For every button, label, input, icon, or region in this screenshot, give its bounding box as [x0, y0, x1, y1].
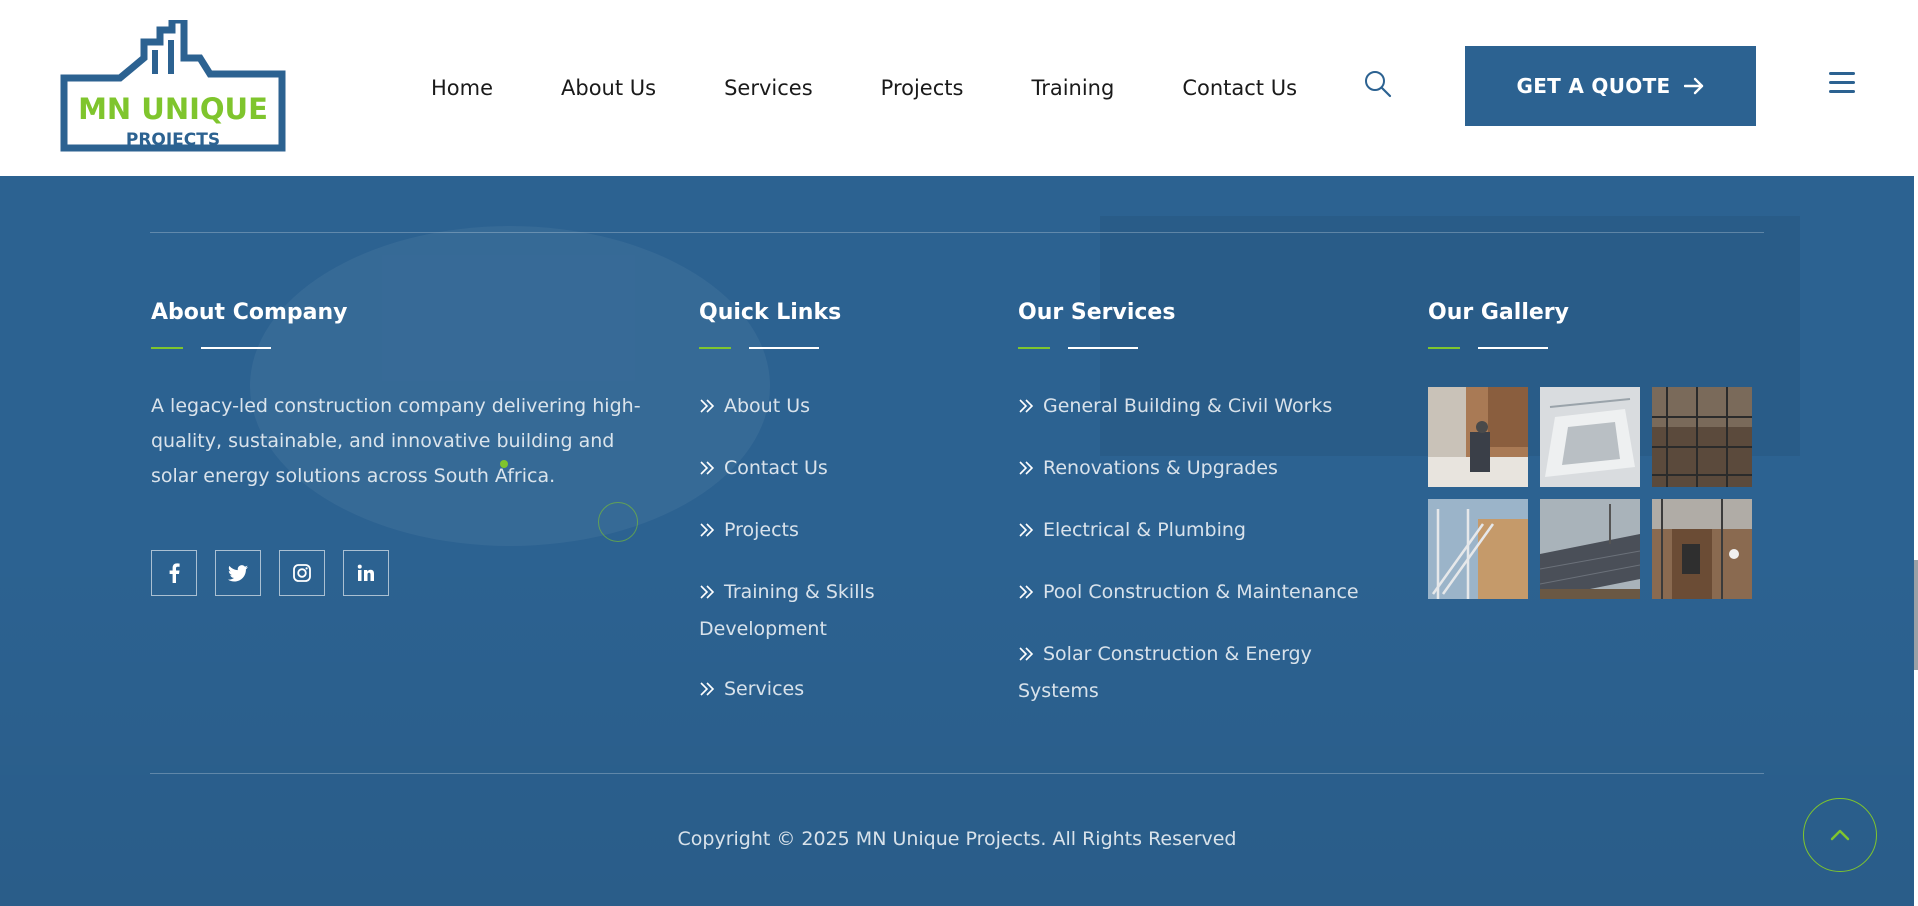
double-chevron-right-icon: [1018, 577, 1035, 612]
title-underline: [151, 347, 271, 349]
double-chevron-right-icon: [699, 391, 716, 426]
gallery-image-scaffolding-brick[interactable]: [1652, 387, 1752, 487]
double-chevron-right-icon: [699, 674, 716, 709]
nav-services[interactable]: Services: [724, 76, 813, 100]
gallery-image-interior-site[interactable]: [1428, 387, 1528, 487]
double-chevron-right-icon: [699, 515, 716, 550]
footer-services-column: Our Services General Building & Civil Wo…: [1018, 300, 1363, 734]
quick-link-services[interactable]: Services: [699, 672, 899, 709]
site-header: MN UNIQUE PROJECTS Home About Us Service…: [0, 0, 1914, 176]
scrollbar-track[interactable]: [1914, 0, 1918, 906]
service-link-general-building[interactable]: General Building & Civil Works: [1018, 389, 1363, 426]
about-company-text: A legacy-led construction company delive…: [151, 395, 641, 487]
get-a-quote-button[interactable]: GET A QUOTE: [1465, 46, 1756, 126]
double-chevron-right-icon: [1018, 453, 1035, 488]
quick-link-about-us[interactable]: About Us: [699, 389, 899, 426]
nav-training[interactable]: Training: [1031, 76, 1114, 100]
search-icon[interactable]: [1364, 70, 1394, 100]
logo-text-line2: PROJECTS: [126, 130, 220, 150]
quick-links-list: About Us Contact Us Projects Training & …: [699, 389, 899, 709]
double-chevron-right-icon: [1018, 639, 1035, 674]
back-to-top-button[interactable]: [1803, 798, 1877, 872]
service-link-pool-construction[interactable]: Pool Construction & Maintenance: [1018, 575, 1363, 612]
instagram-icon[interactable]: [279, 550, 325, 596]
service-link-electrical-plumbing[interactable]: Electrical & Plumbing: [1018, 513, 1363, 550]
double-chevron-right-icon: [1018, 515, 1035, 550]
copyright-text: Copyright © 2025 MN Unique Projects. All…: [677, 828, 1237, 850]
title-underline: [1428, 347, 1548, 349]
footer-divider-bottom: [150, 773, 1764, 774]
our-services-title: Our Services: [1018, 300, 1176, 325]
quick-link-training[interactable]: Training & Skills Development: [699, 575, 899, 647]
chevron-up-icon: [1830, 826, 1850, 845]
nav-about-us[interactable]: About Us: [561, 76, 656, 100]
gallery-image-pool-structure[interactable]: [1540, 387, 1640, 487]
social-links: [151, 550, 651, 596]
nav-home[interactable]: Home: [431, 76, 493, 100]
footer-about-column: About Company A legacy-led construction …: [151, 300, 651, 596]
title-underline: [699, 347, 819, 349]
twitter-icon[interactable]: [215, 550, 261, 596]
gallery-image-steel-staircase[interactable]: [1428, 499, 1528, 599]
main-nav: Home About Us Services Projects Training…: [431, 0, 1297, 176]
logo-text-line1: MN UNIQUE: [78, 92, 268, 126]
gallery-image-solar-panels[interactable]: [1540, 499, 1640, 599]
footer-divider-top: [150, 232, 1764, 233]
double-chevron-right-icon: [1018, 391, 1035, 426]
our-gallery-title: Our Gallery: [1428, 300, 1569, 325]
linkedin-icon[interactable]: [343, 550, 389, 596]
footer-quick-links-column: Quick Links About Us Contact Us Projects…: [699, 300, 899, 734]
service-link-solar-construction[interactable]: Solar Construction & Energy Systems: [1018, 637, 1363, 709]
scrollbar-thumb[interactable]: [1914, 560, 1918, 670]
get-a-quote-label: GET A QUOTE: [1516, 74, 1671, 98]
gallery-grid: [1428, 387, 1752, 599]
title-underline: [1018, 347, 1138, 349]
nav-contact-us[interactable]: Contact Us: [1182, 76, 1297, 100]
quick-links-title: Quick Links: [699, 300, 842, 325]
company-logo[interactable]: MN UNIQUE PROJECTS: [60, 16, 290, 155]
quick-link-projects[interactable]: Projects: [699, 513, 899, 550]
gallery-image-brick-building[interactable]: [1652, 499, 1752, 599]
services-list: General Building & Civil Works Renovatio…: [1018, 389, 1363, 709]
hamburger-menu-icon[interactable]: [1829, 72, 1855, 96]
footer-gallery-column: Our Gallery: [1428, 300, 1752, 599]
nav-projects[interactable]: Projects: [881, 76, 964, 100]
service-link-renovations[interactable]: Renovations & Upgrades: [1018, 451, 1363, 488]
double-chevron-right-icon: [699, 577, 716, 612]
arrow-right-icon: [1684, 77, 1704, 95]
quick-link-contact-us[interactable]: Contact Us: [699, 451, 899, 488]
facebook-icon[interactable]: [151, 550, 197, 596]
double-chevron-right-icon: [699, 453, 716, 488]
about-company-title: About Company: [151, 300, 348, 325]
